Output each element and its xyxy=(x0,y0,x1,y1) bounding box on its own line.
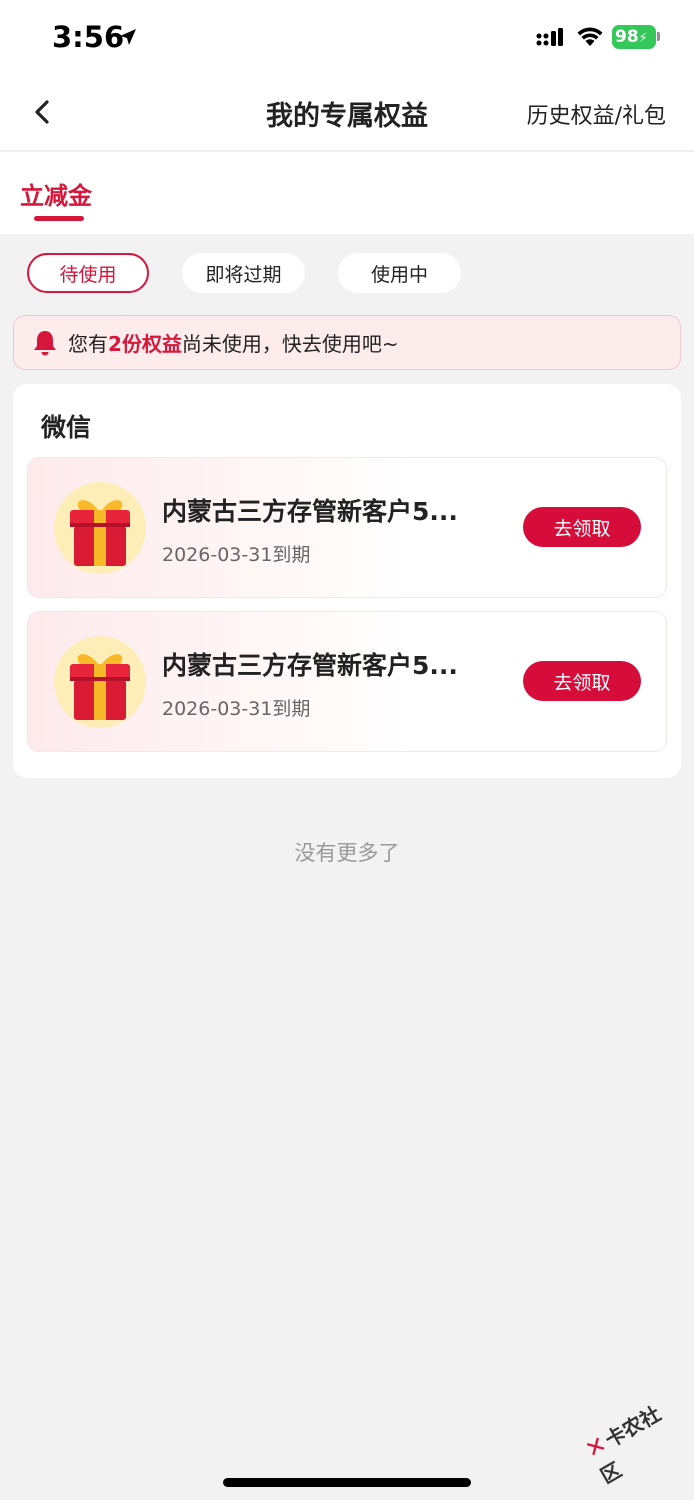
battery-icon: 98⚡ xyxy=(612,25,656,49)
watermark-logo: ✕卡农社区 xyxy=(580,1389,694,1491)
filter-in-use[interactable]: 使用中 xyxy=(338,253,461,293)
history-benefits-link[interactable]: 历史权益/礼包 xyxy=(527,98,666,130)
notice-prefix: 您有 xyxy=(68,332,108,356)
no-more-text: 没有更多了 xyxy=(294,841,400,865)
bell-icon xyxy=(34,330,56,355)
tab-active-indicator xyxy=(34,216,84,221)
benefit-item: 内蒙古三方存管新客户5... 2026-03-31到期 去领取 xyxy=(27,457,667,598)
notice-banner: 您有 2份权益 尚未使用，快去使用吧~ xyxy=(13,315,681,370)
tab-bar: 立减金 xyxy=(0,152,694,234)
status-bar: 3:56 98⚡ xyxy=(0,0,694,76)
wechat-benefits-card: 微信 内蒙古三方存管新客户5... 2026-03-31到期 去领取 内蒙古三方… xyxy=(13,384,681,778)
nav-bar: 我的专属权益 历史权益/礼包 xyxy=(0,76,694,151)
benefit-item: 内蒙古三方存管新客户5... 2026-03-31到期 去领取 xyxy=(27,611,667,752)
battery-cap xyxy=(657,32,660,41)
benefit-expiry: 2026-03-31到期 xyxy=(162,698,311,720)
signal-icon xyxy=(536,28,563,46)
status-time: 3:56 xyxy=(52,20,125,54)
home-indicator[interactable] xyxy=(223,1478,471,1487)
notice-highlight: 2份权益 xyxy=(108,332,182,356)
tab-instant-discount[interactable]: 立减金 xyxy=(20,176,92,211)
gift-box-icon xyxy=(54,636,146,728)
notice-suffix: 尚未使用，快去使用吧~ xyxy=(181,332,399,356)
benefit-title: 内蒙古三方存管新客户5... xyxy=(162,497,458,526)
claim-button[interactable]: 去领取 xyxy=(523,661,641,701)
claim-button[interactable]: 去领取 xyxy=(523,507,641,547)
benefit-expiry: 2026-03-31到期 xyxy=(162,544,311,566)
location-arrow-icon xyxy=(120,29,136,45)
filter-pending[interactable]: 待使用 xyxy=(27,253,149,293)
filter-expiring[interactable]: 即将过期 xyxy=(182,253,305,293)
benefit-title: 内蒙古三方存管新客户5... xyxy=(162,651,458,680)
wifi-icon xyxy=(577,27,603,46)
section-title: 微信 xyxy=(41,413,92,442)
battery-level: 98 xyxy=(615,27,639,47)
gift-box-icon xyxy=(54,482,146,574)
